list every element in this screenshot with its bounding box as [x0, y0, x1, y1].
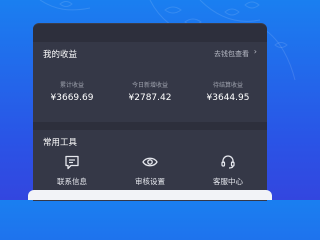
stat-label: 累计收益	[59, 82, 84, 89]
earnings-card: 我的收益 去钱包查看 › 累计收益 ¥3669.69 今日新增收益 ¥2787.…	[33, 42, 267, 122]
stat-label: 待结算收益	[212, 82, 243, 89]
app-panel: 我的收益 去钱包查看 › 累计收益 ¥3669.69 今日新增收益 ¥2787.…	[33, 23, 267, 201]
tool-label: 客服中心	[213, 177, 243, 186]
tool-label: 联系信息	[57, 177, 87, 186]
stat-today: 今日新增收益 ¥2787.42	[111, 80, 189, 103]
tool-contact-info[interactable]: 联系信息	[33, 154, 111, 187]
chevron-right-icon[interactable]: ›	[254, 48, 257, 56]
tools-title: 常用工具	[43, 138, 78, 148]
tool-customer-service[interactable]: 客服中心	[189, 154, 267, 187]
eye-icon	[142, 157, 158, 167]
wallet-link[interactable]: 去钱包查看	[214, 49, 249, 59]
headset-icon	[221, 155, 235, 169]
stat-total: 累计收益 ¥3669.69	[33, 80, 111, 103]
stat-value: ¥3644.95	[206, 93, 250, 103]
message-icon	[65, 155, 79, 170]
earnings-title: 我的收益	[43, 50, 78, 60]
device-base	[28, 190, 272, 200]
stat-label: 今日新增收益	[131, 82, 168, 89]
stat-pending: 待结算收益 ¥3644.95	[189, 80, 267, 103]
tool-label: 审核设置	[135, 177, 165, 186]
stat-value: ¥2787.42	[128, 93, 172, 103]
stat-value: ¥3669.69	[50, 93, 94, 103]
tool-review-settings[interactable]: 审核设置	[111, 154, 189, 187]
